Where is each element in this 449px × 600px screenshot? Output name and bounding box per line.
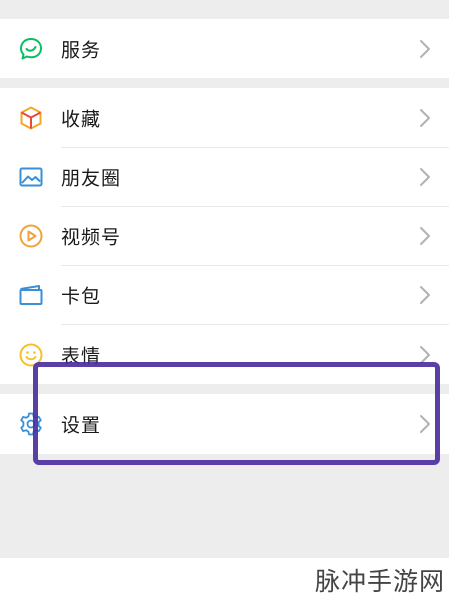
gear-icon (18, 411, 44, 437)
menu-item-cards[interactable]: 卡包 (0, 265, 449, 324)
menu-label-moments: 朋友圈 (61, 167, 122, 189)
watermark-text: 脉冲手游网 (314, 567, 445, 596)
moments-photo-icon (18, 164, 44, 190)
channels-play-icon (18, 223, 44, 249)
chevron-right-icon (419, 167, 431, 187)
menu-label-channels: 视频号 (61, 226, 122, 248)
smiley-icon (18, 342, 44, 368)
menu-item-service[interactable]: 服务 (0, 19, 449, 78)
chevron-right-icon (419, 108, 431, 128)
chevron-right-icon (419, 414, 431, 434)
service-icon (18, 36, 44, 62)
service-group: 服务 (0, 19, 449, 78)
chevron-right-icon (419, 345, 431, 365)
menu-item-favorites[interactable]: 收藏 (0, 88, 449, 147)
menu-label-stickers: 表情 (61, 345, 102, 367)
menu-label-settings: 设置 (61, 414, 102, 437)
menu-item-moments[interactable]: 朋友圈 (0, 147, 449, 206)
menu-label-service: 服务 (61, 39, 102, 61)
chevron-right-icon (419, 226, 431, 246)
menu-label-favorites: 收藏 (61, 108, 102, 130)
menu-item-settings[interactable]: 设置 (0, 394, 449, 454)
menu-item-channels[interactable]: 视频号 (0, 206, 449, 265)
features-group: 收藏 朋友圈 视频号 卡包 表情 (0, 88, 449, 384)
card-wallet-icon (18, 282, 44, 308)
menu-item-stickers[interactable]: 表情 (0, 325, 449, 384)
chevron-right-icon (419, 285, 431, 305)
menu-label-cards: 卡包 (61, 285, 102, 307)
chevron-right-icon (419, 39, 431, 59)
settings-group: 设置 (0, 394, 449, 454)
favorites-cube-icon (18, 105, 44, 131)
